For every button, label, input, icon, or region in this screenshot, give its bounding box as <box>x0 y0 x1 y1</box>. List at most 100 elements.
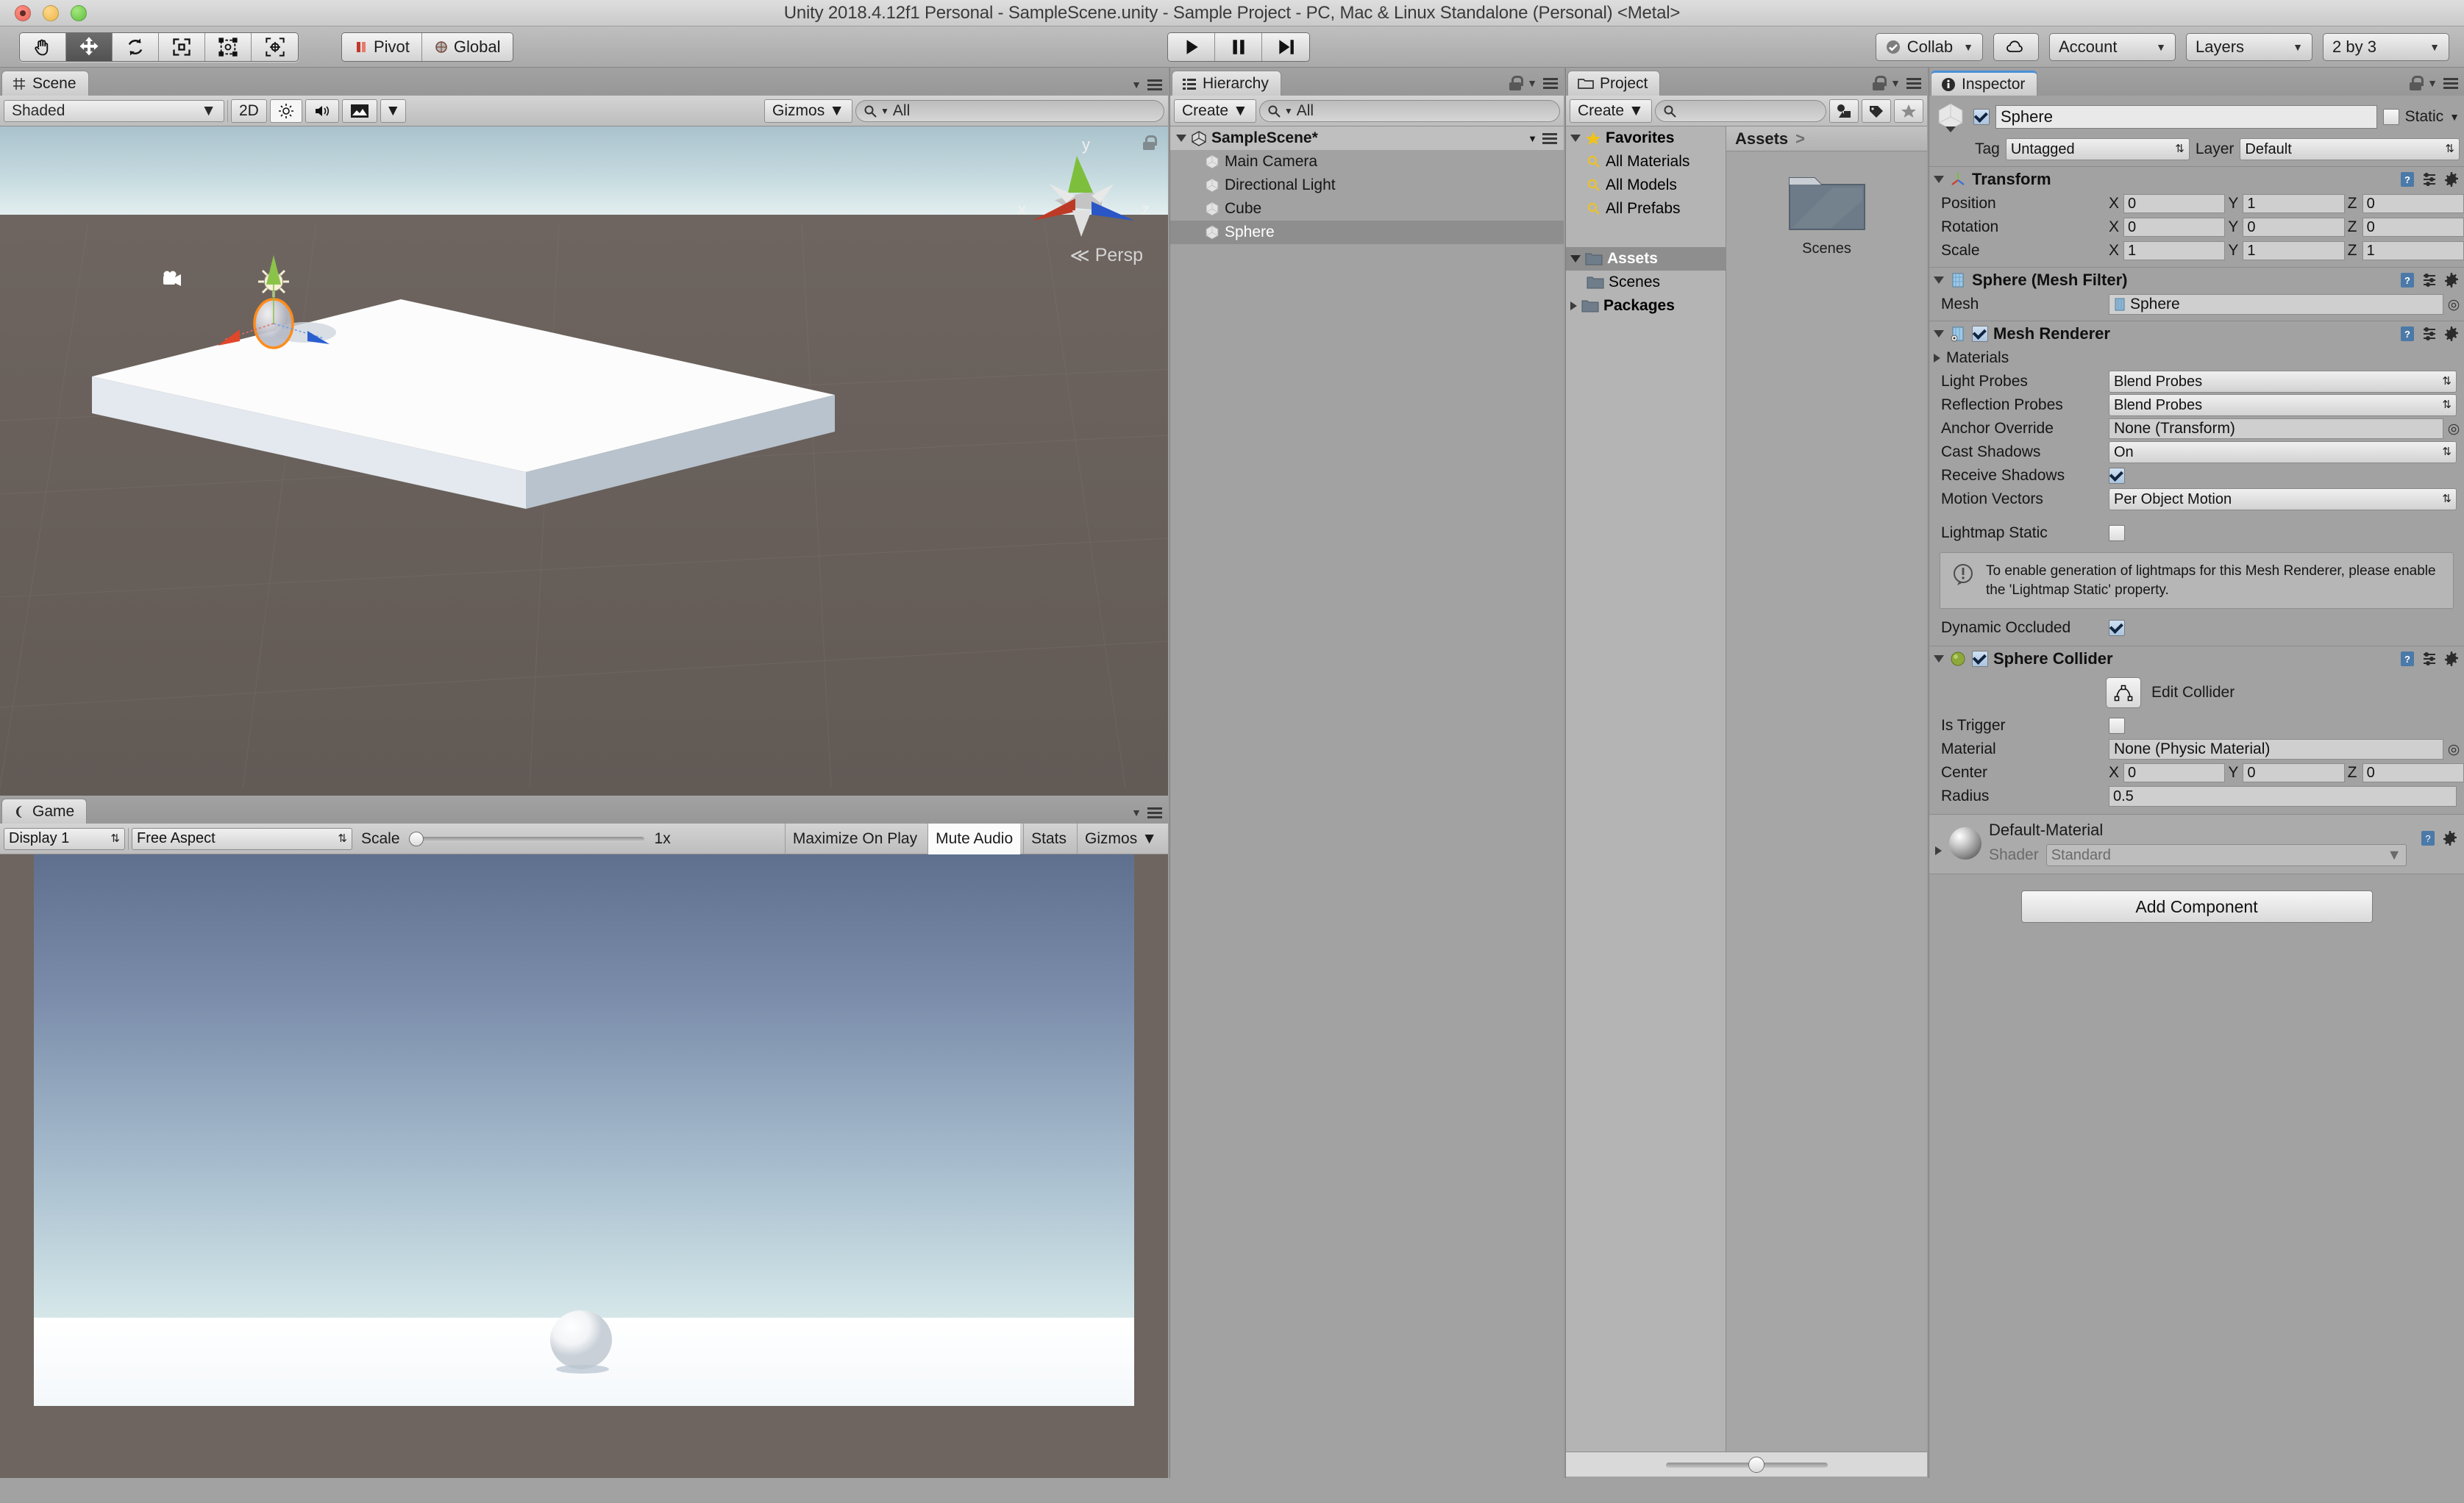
receive-shadows-checkbox[interactable] <box>2109 468 2125 484</box>
help-icon[interactable]: ? <box>2399 171 2415 188</box>
mesh-renderer-header[interactable]: Mesh Renderer ? <box>1929 321 2464 346</box>
lock-icon[interactable] <box>1509 76 1524 90</box>
gear-icon[interactable] <box>2442 830 2458 846</box>
add-component-button[interactable]: Add Component <box>2020 890 2373 924</box>
panel-menu-icon[interactable] <box>1906 77 1921 89</box>
collab-button[interactable]: Collab ▼ <box>1875 32 1983 61</box>
sphere-collider-enabled-checkbox[interactable] <box>1972 651 1988 668</box>
toggle-lighting-button[interactable] <box>269 99 302 123</box>
rect-tool-button[interactable] <box>205 32 252 61</box>
scene-menu-icon[interactable] <box>1542 132 1557 144</box>
light-probes-dropdown[interactable]: Blend Probes ⇅ <box>2109 371 2457 393</box>
project-assets-row[interactable]: Assets <box>1566 247 1726 271</box>
dynamic-occluded-checkbox[interactable] <box>2109 620 2125 637</box>
expand-triangle-icon[interactable] <box>1934 655 1944 663</box>
preset-icon[interactable] <box>2421 651 2438 667</box>
chevron-down-icon[interactable]: ▼ <box>1131 79 1142 90</box>
filter-by-label-button[interactable] <box>1862 99 1891 123</box>
project-zoom-slider[interactable] <box>1566 1452 1927 1477</box>
expand-triangle-icon[interactable] <box>1570 135 1581 142</box>
expand-triangle-icon[interactable] <box>1934 330 1944 338</box>
physic-material-field[interactable]: None (Physic Material) <box>2109 739 2443 760</box>
chevron-down-icon[interactable]: ▼ <box>1527 77 1537 89</box>
project-favorite-all-materials[interactable]: All Materials <box>1566 150 1726 174</box>
preset-icon[interactable] <box>2421 326 2438 342</box>
chevron-down-icon[interactable]: ▼ <box>1131 807 1142 818</box>
lightmap-static-checkbox[interactable] <box>2109 525 2125 541</box>
toggle-2d-button[interactable]: 2D <box>231 99 267 123</box>
filter-by-type-button[interactable] <box>1829 99 1859 123</box>
scale-x-input[interactable]: 1 <box>2123 241 2226 260</box>
scale-z-input[interactable]: 1 <box>2362 241 2464 260</box>
tab-inspector[interactable]: Inspector <box>1931 71 2038 96</box>
materials-row[interactable]: Materials <box>1929 346 2464 370</box>
help-icon[interactable]: ? <box>2399 325 2415 343</box>
breadcrumb-assets[interactable]: Assets <box>1735 129 1788 149</box>
chevron-down-icon[interactable]: ▼ <box>2449 111 2460 123</box>
stats-button[interactable]: Stats <box>1023 823 1074 854</box>
reflection-probes-dropdown[interactable]: Blend Probes ⇅ <box>2109 394 2457 416</box>
help-icon[interactable]: ? <box>2420 829 2436 847</box>
scale-y-input[interactable]: 1 <box>2243 241 2345 260</box>
lock-icon[interactable] <box>2410 76 2424 90</box>
object-picker-icon[interactable]: ◎ <box>2443 741 2464 758</box>
expand-triangle-icon[interactable] <box>1934 176 1944 183</box>
center-z-input[interactable]: 0 <box>2362 763 2464 783</box>
favorites-button[interactable] <box>1894 99 1923 123</box>
scale-tool-button[interactable] <box>159 32 205 61</box>
chevron-down-icon[interactable]: ▼ <box>2427 77 2438 89</box>
cast-shadows-dropdown[interactable]: On ⇅ <box>2109 441 2457 463</box>
expand-triangle-icon[interactable] <box>1935 846 1942 856</box>
fx-dropdown-button[interactable]: ▼ <box>380 99 406 123</box>
project-favorites-row[interactable]: Favorites <box>1566 126 1726 150</box>
hierarchy-create-button[interactable]: Create ▼ <box>1174 99 1256 123</box>
cloud-button[interactable] <box>1993 32 2039 61</box>
rotation-x-input[interactable]: 0 <box>2123 218 2226 237</box>
help-icon[interactable]: ? <box>2399 650 2415 668</box>
object-picker-icon[interactable]: ◎ <box>2443 296 2464 313</box>
hierarchy-item-sphere[interactable]: Sphere <box>1170 221 1564 244</box>
hand-tool-button[interactable] <box>20 32 66 61</box>
gear-icon[interactable] <box>2443 651 2460 667</box>
hierarchy-item-directional-light[interactable]: Directional Light <box>1170 174 1564 197</box>
static-checkbox[interactable] <box>2382 109 2399 125</box>
object-name-input[interactable]: Sphere <box>1995 105 2377 129</box>
project-search-input[interactable] <box>1654 99 1826 122</box>
pause-button[interactable] <box>1215 32 1262 61</box>
preset-icon[interactable] <box>2421 272 2438 288</box>
step-button[interactable] <box>1262 32 1309 61</box>
hierarchy-search-input[interactable]: ▼ All <box>1258 99 1560 122</box>
project-favorite-all-models[interactable]: All Models <box>1566 174 1726 197</box>
project-assets-child-scenes[interactable]: Scenes <box>1566 271 1726 294</box>
panel-menu-icon[interactable] <box>1543 77 1558 89</box>
hierarchy-item-main-camera[interactable]: Main Camera <box>1170 150 1564 174</box>
shader-dropdown[interactable]: Standard ▼ <box>2045 844 2407 867</box>
scene-viewport[interactable]: y x z ≪ Persp <box>0 126 1168 796</box>
toggle-audio-button[interactable] <box>305 99 339 123</box>
scene-gizmos-button[interactable]: Gizmos ▼ <box>764 99 852 123</box>
preset-icon[interactable] <box>2421 171 2438 188</box>
aspect-dropdown[interactable]: Free Aspect ⇅ <box>132 827 352 850</box>
sphere-collider-header[interactable]: Sphere Collider ? <box>1929 646 2464 671</box>
project-packages-row[interactable]: Packages <box>1566 294 1726 318</box>
radius-input[interactable]: 0.5 <box>2109 786 2457 807</box>
tab-game[interactable]: Game <box>1 799 88 824</box>
layers-button[interactable]: Layers ▼ <box>2186 32 2312 61</box>
expand-triangle-icon[interactable] <box>1176 135 1186 142</box>
panel-menu-icon[interactable] <box>1147 79 1162 90</box>
motion-vectors-dropdown[interactable]: Per Object Motion ⇅ <box>2109 488 2457 510</box>
gear-icon[interactable] <box>2443 272 2460 288</box>
project-favorite-all-prefabs[interactable]: All Prefabs <box>1566 197 1726 221</box>
project-create-button[interactable]: Create ▼ <box>1570 99 1652 123</box>
game-gizmos-button[interactable]: Gizmos ▼ <box>1077 823 1164 854</box>
mute-audio-button[interactable]: Mute Audio <box>927 823 1021 854</box>
transform-header[interactable]: Transform ? <box>1929 167 2464 192</box>
scale-slider[interactable] <box>408 830 644 848</box>
position-z-input[interactable]: 0 <box>2362 194 2464 213</box>
rotation-y-input[interactable]: 0 <box>2243 218 2345 237</box>
expand-triangle-icon[interactable] <box>1934 354 1940 363</box>
anchor-override-field[interactable]: None (Transform) <box>2109 418 2443 439</box>
pivot-toggle-button[interactable]: Pivot <box>342 32 422 61</box>
display-dropdown[interactable]: Display 1 ⇅ <box>4 827 125 850</box>
hierarchy-scene-row[interactable]: SampleScene* ▼ <box>1170 126 1564 150</box>
